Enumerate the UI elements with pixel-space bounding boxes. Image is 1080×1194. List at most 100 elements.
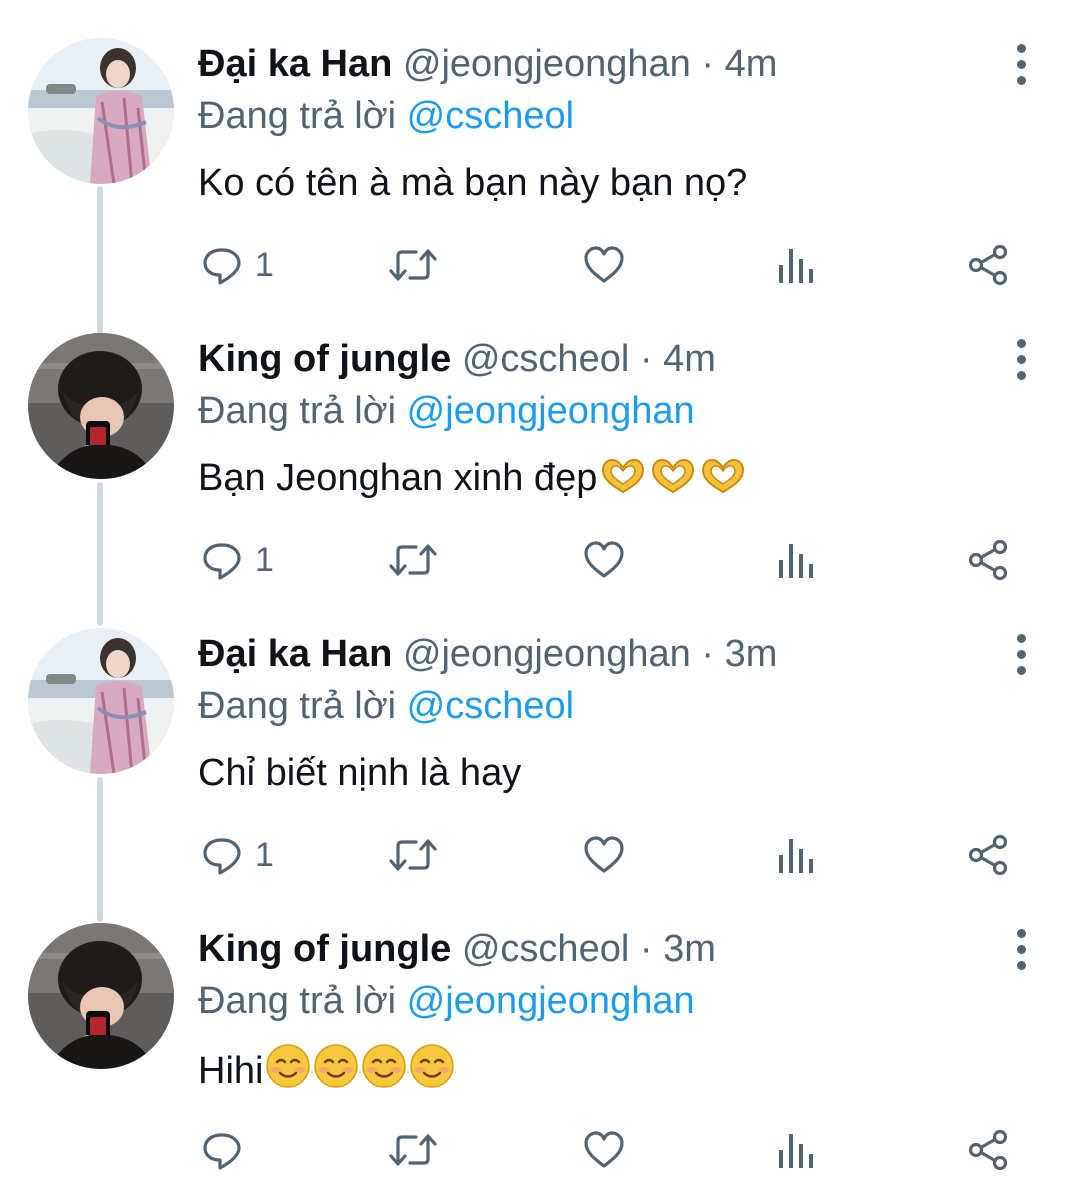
like-icon [584, 541, 624, 578]
user-handle[interactable]: @cscheol [462, 928, 629, 970]
user-handle[interactable]: @jeongjeonghan [403, 43, 691, 85]
tweet-text-content: Hihi [198, 1050, 264, 1092]
timestamp[interactable]: 3m [663, 928, 716, 970]
tweet[interactable]: Đại ka Han @jeongjeonghan · 3m Đang trả … [0, 590, 1080, 885]
replying-to-line: Đang trả lời @jeongjeonghan [198, 387, 695, 435]
reply-count: 1 [255, 245, 274, 284]
user-handle[interactable]: @jeongjeonghan [403, 633, 691, 675]
heart-hands-emoji [649, 456, 697, 509]
views-button[interactable] [775, 1125, 819, 1175]
retweet-button[interactable] [388, 535, 438, 585]
reply-count: 1 [255, 835, 274, 874]
retweet-icon [389, 544, 437, 576]
heart-hands-emoji [599, 456, 647, 509]
share-button[interactable] [967, 535, 1011, 585]
replying-to-mention[interactable]: @jeongjeonghan [407, 980, 695, 1022]
retweet-button[interactable] [388, 240, 438, 290]
views-icon [779, 544, 813, 578]
replying-to-mention[interactable]: @cscheol [407, 95, 574, 137]
separator-dot: · [701, 633, 715, 675]
reply-count: 1 [255, 540, 274, 579]
tweet[interactable]: King of jungle @cscheol · 3m Đang trả lờ… [0, 885, 1080, 1180]
smiling-face-emoji [265, 1043, 311, 1102]
views-icon [779, 249, 813, 283]
replying-prefix: Đang trả lời [198, 390, 397, 432]
tweet-text: Ko có tên à mà bạn này bạn nọ? [198, 158, 747, 208]
share-button[interactable] [967, 830, 1011, 880]
like-button[interactable] [582, 535, 626, 585]
retweet-button[interactable] [388, 830, 438, 880]
views-button[interactable] [775, 535, 819, 585]
separator-dot: · [639, 338, 653, 380]
timestamp[interactable]: 3m [725, 633, 778, 675]
tweet-text-content: Chỉ biết nịnh là hay [198, 752, 522, 794]
tweet[interactable]: King of jungle @cscheol · 4m Đang trả lờ… [0, 295, 1080, 590]
share-button[interactable] [967, 1125, 1011, 1175]
tweet-header: Đại ka Han @jeongjeonghan · 3m [198, 630, 777, 678]
tweet-actions: 1 [0, 240, 1080, 290]
replying-to-line: Đang trả lời @cscheol [198, 92, 574, 140]
like-button[interactable] [582, 240, 626, 290]
avatar[interactable] [28, 923, 174, 1069]
replying-to-mention[interactable]: @cscheol [407, 685, 574, 727]
avatar[interactable] [28, 38, 174, 184]
retweet-icon [389, 839, 437, 871]
reply-button[interactable]: 1 [201, 240, 274, 290]
conversation-thread: Đại ka Han @jeongjeonghan · 4m Đang trả … [0, 0, 1080, 1194]
smiling-face-emoji [409, 1043, 455, 1102]
more-icon[interactable] [1004, 40, 1038, 88]
like-icon [584, 1131, 624, 1168]
more-icon[interactable] [1004, 630, 1038, 678]
share-icon [968, 1129, 1008, 1171]
timestamp[interactable]: 4m [725, 43, 778, 85]
views-button[interactable] [775, 240, 819, 290]
reply-button[interactable]: 1 [201, 830, 274, 880]
like-button[interactable] [582, 830, 626, 880]
views-button[interactable] [775, 830, 819, 880]
display-name[interactable]: King of jungle [198, 338, 451, 380]
more-icon[interactable] [1004, 335, 1038, 383]
more-icon[interactable] [1004, 925, 1038, 973]
tweet[interactable]: Đại ka Han @jeongjeonghan · 4m Đang trả … [0, 0, 1080, 295]
tweet-text-content: Ko có tên à mà bạn này bạn nọ? [198, 162, 748, 204]
views-icon [779, 839, 813, 873]
replying-prefix: Đang trả lời [198, 95, 397, 137]
tweet-actions: 1 [0, 535, 1080, 585]
share-icon [968, 244, 1008, 286]
avatar[interactable] [28, 628, 174, 774]
emoji-group [597, 457, 747, 499]
timestamp[interactable]: 4m [663, 338, 716, 380]
like-icon [584, 246, 624, 283]
display-name[interactable]: Đại ka Han [198, 43, 392, 85]
display-name[interactable]: King of jungle [198, 928, 451, 970]
replying-prefix: Đang trả lời [198, 685, 397, 727]
share-button[interactable] [967, 240, 1011, 290]
display-name[interactable]: Đại ka Han [198, 633, 392, 675]
share-icon [968, 834, 1008, 876]
tweet-header: King of jungle @cscheol · 3m [198, 925, 716, 973]
like-button[interactable] [582, 1125, 626, 1175]
tweet-header: Đại ka Han @jeongjeonghan · 4m [198, 40, 777, 88]
user-handle[interactable]: @cscheol [462, 338, 629, 380]
reply-button[interactable]: 1 [201, 535, 274, 585]
avatar[interactable] [28, 333, 174, 479]
retweet-icon [389, 1134, 437, 1166]
smiling-face-emoji [313, 1043, 359, 1102]
retweet-icon [389, 249, 437, 281]
views-icon [779, 1134, 813, 1168]
share-icon [968, 539, 1008, 581]
replying-prefix: Đang trả lời [198, 980, 397, 1022]
like-icon [584, 836, 624, 873]
replying-to-line: Đang trả lời @jeongjeonghan [198, 977, 695, 1025]
separator-dot: · [701, 43, 715, 85]
retweet-button[interactable] [388, 1125, 438, 1175]
replying-to-line: Đang trả lời @cscheol [198, 682, 574, 730]
reply-icon [203, 838, 241, 875]
replying-to-mention[interactable]: @jeongjeonghan [407, 390, 695, 432]
reply-button[interactable] [201, 1125, 255, 1175]
separator-dot: · [639, 928, 653, 970]
tweet-text-content: Bạn Jeonghan xinh đẹp [198, 457, 598, 499]
smiling-face-emoji [361, 1043, 407, 1102]
tweet-text: Hihi [198, 1043, 455, 1102]
reply-icon [203, 543, 241, 580]
